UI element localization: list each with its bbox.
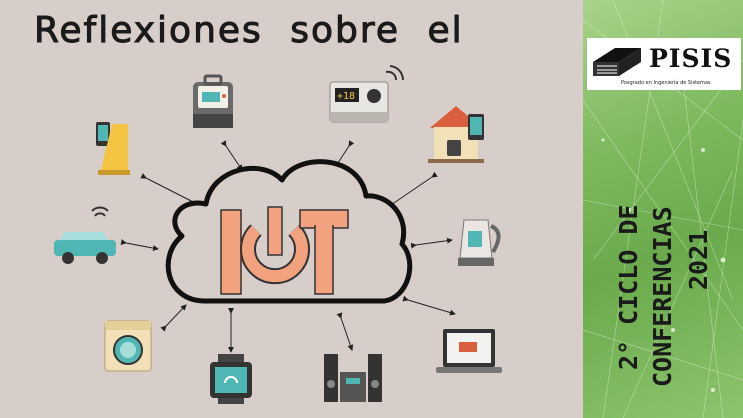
smartwatch-icon bbox=[210, 354, 252, 404]
conference-line-2: CONFERENCIAS bbox=[648, 206, 677, 387]
smart-home-icon bbox=[428, 106, 484, 163]
pisis-logo: PISIS Posgrado en Ingeniería de Sistemas bbox=[587, 38, 741, 90]
speaker-system-icon bbox=[324, 354, 382, 402]
pisis-emblem-icon bbox=[593, 48, 641, 76]
coffee-maker-icon bbox=[193, 74, 233, 128]
smart-iron-icon bbox=[96, 122, 130, 175]
conference-line-1: 2° CICLO DE bbox=[614, 204, 643, 370]
thermostat-icon: +18 bbox=[329, 65, 405, 123]
smart-car-icon bbox=[54, 206, 116, 264]
logo-name: PISIS bbox=[649, 44, 733, 73]
conference-line-3: 2021 bbox=[684, 229, 713, 290]
slide: Reflexiones sobre el +18 PISIS Posgrado … bbox=[0, 0, 743, 418]
logo-subtitle: Posgrado en Ingeniería de Sistemas bbox=[621, 80, 711, 86]
kettle-icon bbox=[458, 219, 501, 266]
washing-machine-icon bbox=[104, 320, 152, 372]
svg-text:+18: +18 bbox=[337, 91, 355, 102]
iot-diagram: +18 bbox=[54, 65, 502, 404]
laptop-icon bbox=[436, 329, 502, 373]
